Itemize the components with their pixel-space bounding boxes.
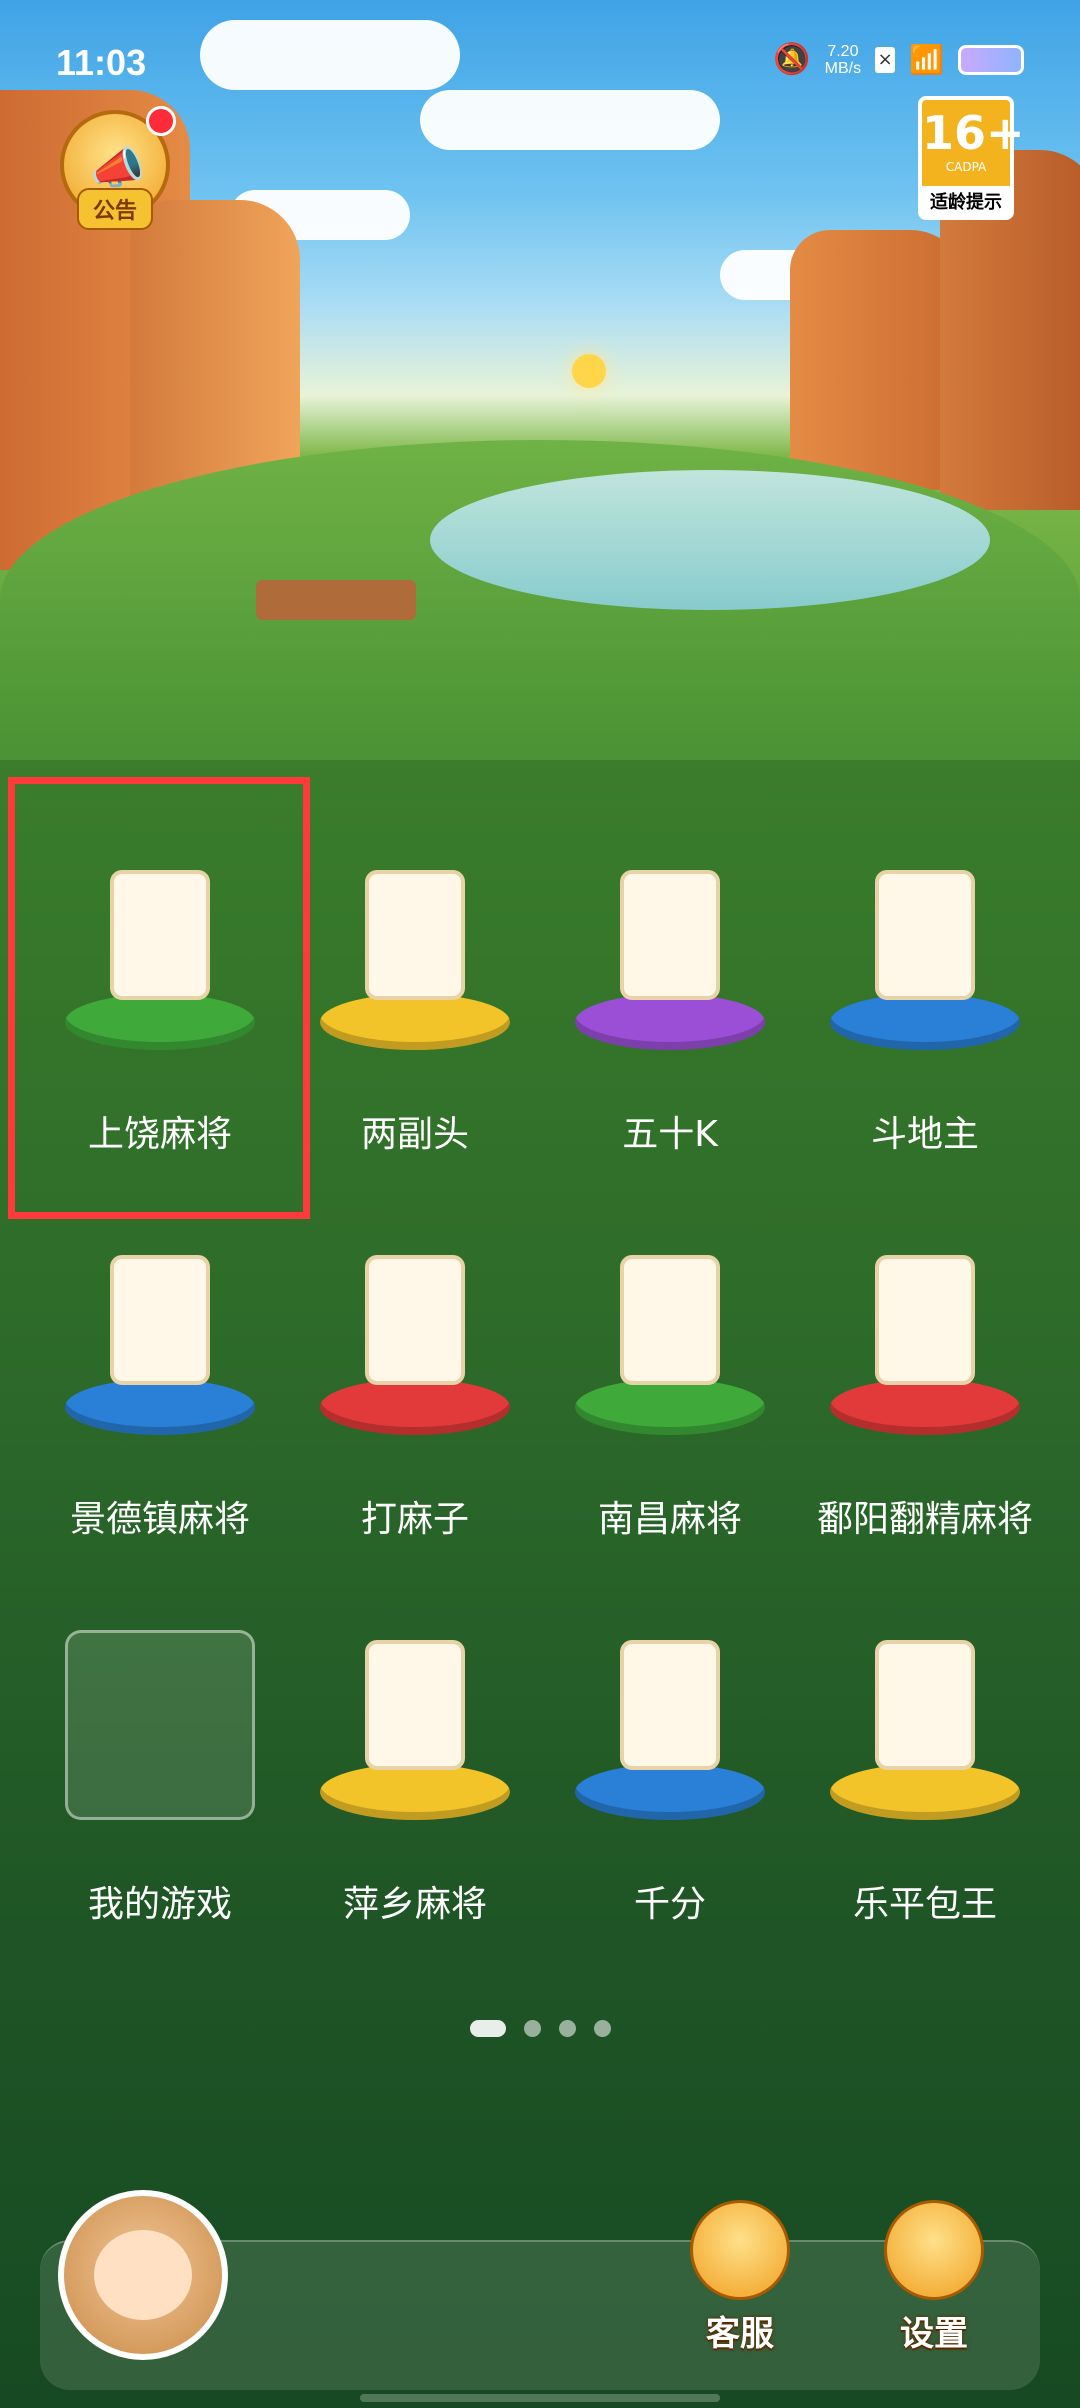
game-tile[interactable]: 打麻子 bbox=[295, 1225, 535, 1555]
game-icon bbox=[320, 1245, 510, 1435]
game-tile[interactable]: 萍乡麻将 bbox=[295, 1610, 535, 1940]
game-label: 打麻子 bbox=[360, 1499, 469, 1540]
game-tile[interactable]: 景德镇麻将 bbox=[40, 1225, 280, 1555]
megaphone-icon: 📣 bbox=[90, 143, 145, 194]
game-tile[interactable]: 我的游戏 bbox=[40, 1610, 280, 1940]
game-label: 萍乡麻将 bbox=[342, 1884, 487, 1925]
settings-button[interactable]: 设置 bbox=[874, 2200, 994, 2370]
game-label: 鄱阳翻精麻将 bbox=[816, 1499, 1033, 1540]
game-tile[interactable]: 上饶麻将 bbox=[40, 840, 280, 1170]
game-tile[interactable]: 斗地主 bbox=[805, 840, 1045, 1170]
battery-icon bbox=[958, 44, 1024, 75]
customer-service-button[interactable]: 客服 bbox=[680, 2200, 800, 2370]
game-icon bbox=[320, 860, 510, 1050]
game-icon bbox=[830, 1245, 1020, 1435]
game-tile[interactable]: 鄱阳翻精麻将 bbox=[805, 1225, 1045, 1555]
network-speed: 7.20 MB/s bbox=[824, 42, 862, 77]
page-dot-active[interactable] bbox=[470, 2020, 506, 2037]
game-tile[interactable]: 乐平包王 bbox=[805, 1610, 1045, 1940]
game-icon bbox=[575, 1245, 765, 1435]
game-label: 两副头 bbox=[360, 1114, 469, 1155]
age-rating-badge: 16+ CADPA 适龄提示 bbox=[918, 96, 1025, 220]
page-dot[interactable] bbox=[594, 2020, 611, 2037]
game-icon bbox=[575, 860, 765, 1050]
game-tile[interactable]: 五十K bbox=[550, 840, 790, 1170]
mute-bell-icon: 🔕 bbox=[773, 42, 811, 77]
user-avatar[interactable] bbox=[58, 2190, 228, 2360]
gear-icon bbox=[884, 2200, 984, 2300]
notice-button[interactable]: 📣 公告 bbox=[60, 106, 176, 230]
game-label: 我的游戏 bbox=[87, 1884, 232, 1925]
game-icon bbox=[575, 1630, 765, 1820]
game-label: 斗地主 bbox=[870, 1114, 979, 1155]
headset-icon bbox=[690, 2200, 790, 2300]
game-icon bbox=[65, 1630, 255, 1820]
game-icon bbox=[320, 1630, 510, 1820]
game-icon bbox=[65, 1245, 255, 1435]
page-dot[interactable] bbox=[524, 2020, 541, 2037]
game-label: 景德镇麻将 bbox=[69, 1499, 250, 1540]
game-tile[interactable]: 两副头 bbox=[295, 840, 535, 1170]
game-tile[interactable]: 千分 bbox=[550, 1610, 790, 1940]
wifi-icon: 📶 bbox=[909, 43, 944, 76]
game-label: 千分 bbox=[633, 1884, 706, 1925]
game-label: 上饶麻将 bbox=[87, 1114, 232, 1155]
game-icon bbox=[65, 860, 255, 1050]
page-indicator bbox=[470, 2020, 611, 2037]
gesture-bar bbox=[360, 2394, 720, 2402]
game-icon bbox=[830, 860, 1020, 1050]
sim-icon: × bbox=[875, 46, 896, 73]
game-label: 南昌麻将 bbox=[597, 1499, 742, 1540]
game-label: 五十K bbox=[622, 1114, 718, 1155]
game-label: 乐平包王 bbox=[852, 1884, 997, 1925]
game-tile[interactable]: 南昌麻将 bbox=[550, 1225, 790, 1555]
notification-dot bbox=[146, 106, 176, 136]
notice-label: 公告 bbox=[76, 188, 154, 230]
page-dot[interactable] bbox=[559, 2020, 576, 2037]
status-time: 11:03 bbox=[56, 42, 147, 83]
game-icon bbox=[830, 1630, 1020, 1820]
